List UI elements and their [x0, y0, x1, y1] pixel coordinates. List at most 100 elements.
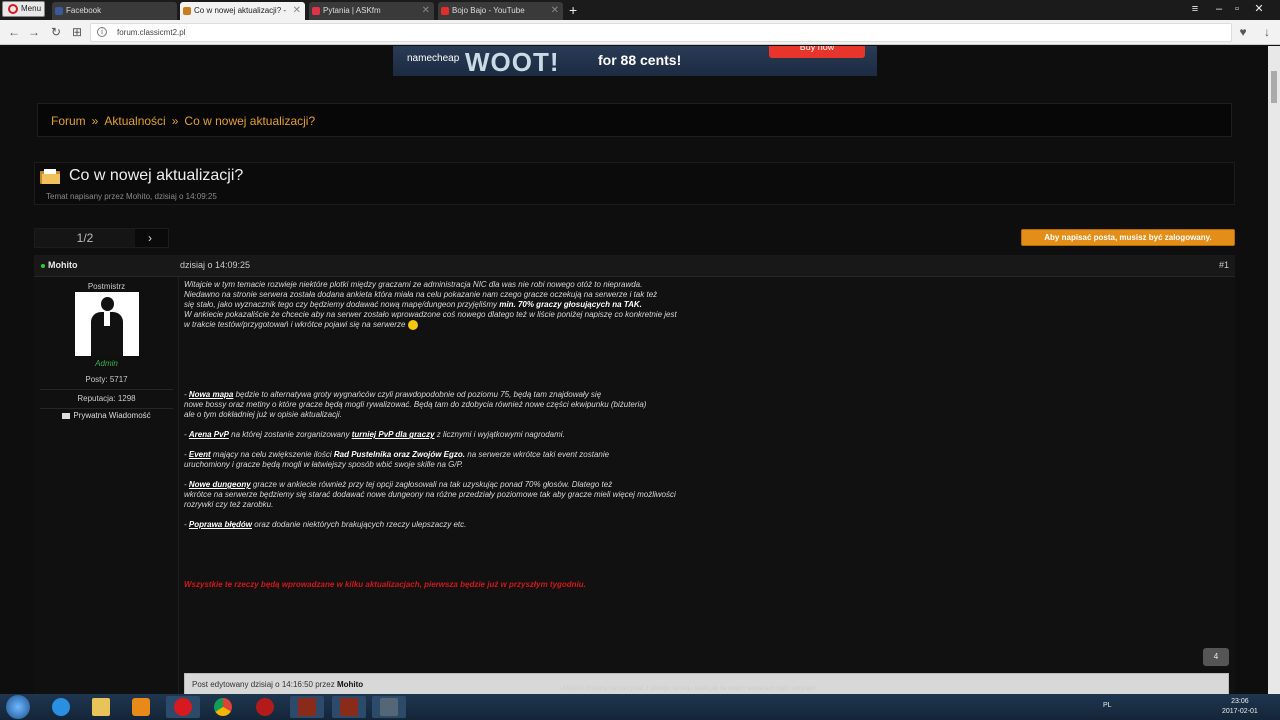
post-author[interactable]: Mohito	[48, 260, 78, 270]
page-scrollbar[interactable]	[1268, 46, 1280, 694]
intro-line: W ankiecie pokazaliście że chcecie aby n…	[184, 310, 677, 319]
item-text: wkrótce na serwerze będziemy się starać …	[184, 490, 676, 500]
speed-dial-icon[interactable]: ⊞	[69, 24, 85, 40]
tab-label: Facebook	[66, 6, 102, 15]
item-title: Arena PvP	[188, 430, 229, 440]
download-icon[interactable]: ↓	[1259, 24, 1275, 40]
breadcrumb: Forum » Aktualności » Co w nowej aktualizacj…	[37, 103, 1232, 137]
breadcrumb-sep: »	[171, 114, 179, 128]
item-title: Nowe dungeony	[188, 480, 251, 490]
item-bold: turniej PvP dla graczy	[351, 430, 435, 440]
close-window-icon[interactable]: ✕	[1250, 0, 1268, 18]
item-text: rozrywki czy też zarobku.	[184, 500, 274, 510]
close-tab-icon[interactable]: ✕	[293, 2, 301, 20]
ad-banner[interactable]: namecheap WOOT! for 88 cents! Buy now	[393, 46, 877, 77]
taskbar-chrome[interactable]	[206, 696, 240, 718]
chrome-icon	[214, 698, 232, 716]
item-text: nowe bossy oraz metiny o które gracze bę…	[184, 400, 647, 410]
intro-line: Witajcie w tym temacie rozwieje niektóre…	[184, 280, 643, 289]
list-item: - Event mający na celu zwiększenie ilośc…	[184, 450, 1084, 470]
avatar[interactable]	[75, 292, 139, 356]
item-title: Poprawa błędów	[188, 520, 253, 530]
tab-youtube[interactable]: Bojo Bajo - YouTube ✕	[438, 2, 563, 20]
breadcrumb-sep: »	[91, 114, 99, 128]
item-text: oraz dodanie niektórych brakujących rzec…	[254, 520, 467, 530]
taskbar-metin-1[interactable]	[290, 696, 324, 718]
login-to-post-button[interactable]: Aby napisać posta, musisz być zalogowany…	[1021, 229, 1235, 246]
private-message-link[interactable]: Prywatna Wiadomość	[34, 411, 179, 420]
intro-highlight: min. 70% graczy głosujących na TAK.	[499, 300, 642, 309]
topic-subtitle: Temat napisany przez Mohito, dzisiaj o 1…	[46, 192, 217, 201]
breadcrumb-forum[interactable]: Forum	[51, 114, 86, 128]
breadcrumb-news[interactable]: Aktualności	[104, 114, 165, 128]
folder-icon	[40, 169, 60, 184]
edit-notice-author[interactable]: Mohito	[337, 680, 363, 689]
tab-menu-icon[interactable]: ≡	[1186, 0, 1204, 18]
online-status-icon	[41, 264, 45, 268]
password-warning-notice: UWAGA! Prosimy nie korzystać z takiego s…	[560, 686, 817, 692]
page-viewport: namecheap WOOT! for 88 cents! Buy now Fo…	[0, 46, 1268, 694]
youtube-icon	[441, 7, 449, 15]
ad-headline: WOOT!	[465, 47, 560, 77]
taskbar-ie[interactable]	[44, 696, 78, 718]
bookmark-heart-icon[interactable]: ♥	[1235, 24, 1251, 40]
game-launcher-icon	[256, 698, 274, 716]
tab-askfm[interactable]: Pytania | ASKfm ✕	[309, 2, 434, 20]
taskbar-explorer[interactable]	[84, 696, 118, 718]
file-explorer-icon	[92, 698, 110, 716]
list-item: - Nowe dungeony gracze w ankiecie równie…	[184, 480, 1084, 510]
edit-notice-text: Post edytowany dzisiaj o 14:16:50 przez	[192, 680, 335, 689]
reload-icon[interactable]: ↻	[48, 24, 64, 40]
tab-forum[interactable]: Co w nowej aktualizacji? - ✕	[180, 2, 305, 20]
maximize-icon[interactable]: ▫	[1228, 0, 1246, 18]
forum-icon	[183, 7, 191, 15]
list-item: - Nowa mapa będzie to alternatywa groty …	[184, 390, 1084, 420]
item-title: Nowa mapa	[188, 390, 234, 400]
ad-brand: namecheap	[407, 53, 460, 64]
breadcrumb-topic[interactable]: Co w nowej aktualizacji?	[184, 114, 315, 128]
scrollbar-thumb[interactable]	[1271, 71, 1277, 103]
list-item: - Poprawa błędów oraz dodanie niektórych…	[184, 520, 467, 530]
start-button-icon[interactable]	[6, 695, 30, 719]
system-clock[interactable]: 23:06 2017-02-01	[1222, 697, 1258, 717]
next-page-icon[interactable]: ›	[148, 229, 152, 247]
taskbar-app[interactable]	[372, 696, 406, 718]
menu-label: Menu	[21, 4, 42, 13]
new-tab-icon[interactable]: +	[569, 2, 577, 18]
post-body: Witajcie w tym temacie rozwieje niektóre…	[184, 280, 1084, 590]
windows-taskbar: UWAGA! Prosimy nie korzystać z takiego s…	[0, 686, 1280, 720]
clock-date: 2017-02-01	[1222, 708, 1258, 715]
item-text: z licznymi i wyjątkowymi nagrodami.	[436, 430, 565, 440]
item-text: gracze w ankiecie również przy tej opcji…	[252, 480, 613, 490]
url-field[interactable]: i forum.classicmt2.pl	[90, 23, 1232, 42]
taskbar-metin-2[interactable]	[332, 696, 366, 718]
clock-time: 23:06	[1231, 698, 1249, 705]
back-icon[interactable]: ←	[6, 24, 22, 40]
opera-icon	[174, 698, 192, 716]
post: Mohito dzisiaj o 14:09:25 #1 Postmistrz …	[34, 255, 1235, 694]
taskbar-media[interactable]	[124, 696, 158, 718]
post-number[interactable]: #1	[1219, 260, 1229, 270]
site-info-icon[interactable]: i	[97, 27, 107, 37]
application-icon	[380, 698, 398, 716]
minimize-icon[interactable]: –	[1210, 0, 1228, 18]
game-client-icon	[298, 698, 316, 716]
intro-line: Niedawno na stronie serwera została doda…	[184, 290, 658, 299]
opera-menu-button[interactable]: Menu	[2, 1, 45, 17]
close-tab-icon[interactable]: ✕	[422, 2, 430, 20]
user-post-count: Posty: 5717	[40, 375, 173, 390]
page-indicator[interactable]: 1/2	[35, 229, 135, 247]
forward-icon[interactable]: →	[26, 24, 42, 40]
taskbar-opera[interactable]	[166, 696, 200, 718]
internet-explorer-icon	[52, 698, 70, 716]
language-indicator[interactable]: PL	[1103, 702, 1112, 709]
tab-facebook[interactable]: Facebook	[52, 2, 177, 20]
item-title: Event	[188, 450, 211, 460]
user-info-panel: Postmistrz Admin Posty: 5717 Reputacja: …	[34, 277, 179, 694]
media-player-icon	[132, 698, 150, 716]
close-tab-icon[interactable]: ✕	[551, 2, 559, 20]
like-count-button[interactable]: 4	[1203, 648, 1229, 666]
ad-buy-button[interactable]: Buy now	[769, 46, 865, 58]
taskbar-game[interactable]	[248, 696, 282, 718]
item-text: ale o tym dokładniej już w opisie aktual…	[184, 410, 342, 420]
